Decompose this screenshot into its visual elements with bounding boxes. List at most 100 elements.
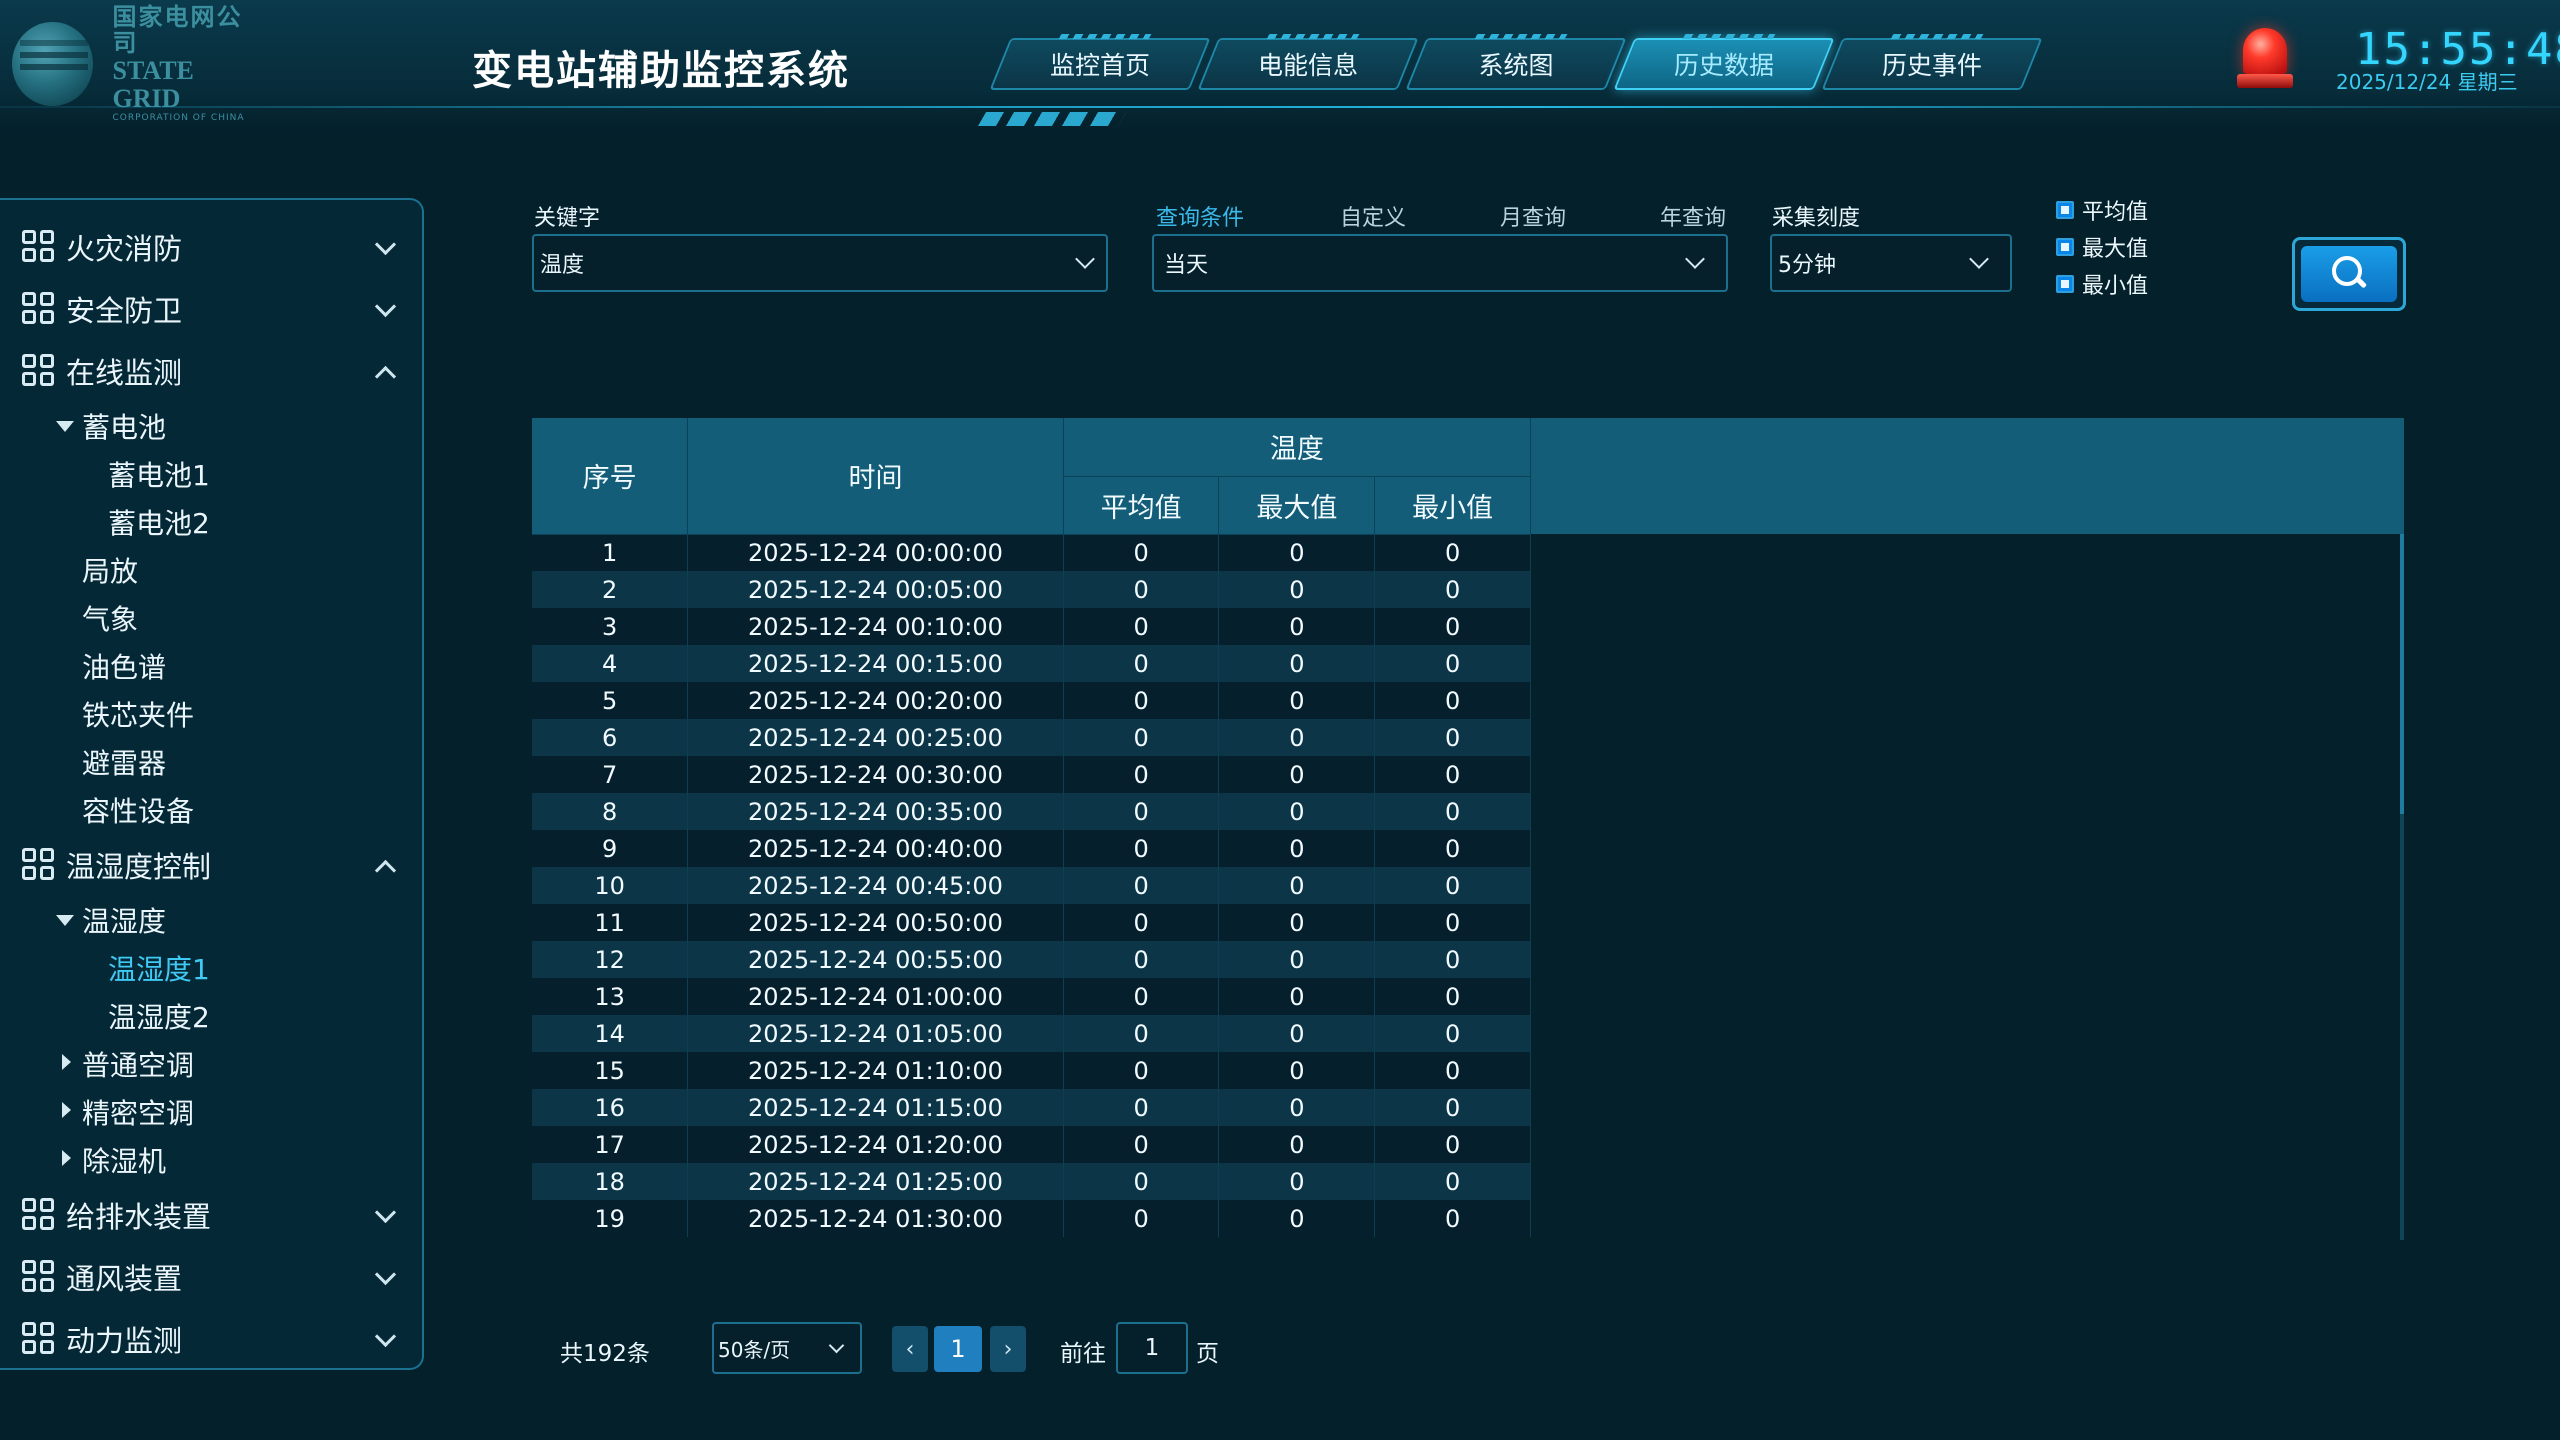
menu-group-security[interactable]: 安全防卫	[0, 278, 422, 340]
goto-page-input[interactable]: 1	[1116, 1322, 1188, 1374]
checkbox-min[interactable]: 最小值	[2056, 268, 2148, 300]
checkbox-max[interactable]: 最大值	[2056, 231, 2148, 263]
interval-select[interactable]: 5分钟	[1770, 234, 2012, 292]
table-row[interactable]: 12 2025-12-24 00:55:00 0 0 0	[532, 941, 1531, 978]
sidebar-item-weather[interactable]: 气象	[0, 594, 422, 642]
interval-label: 采集刻度	[1772, 206, 1861, 231]
sidebar-item-precision-ac[interactable]: 精密空调	[0, 1088, 422, 1136]
table-row[interactable]: 3 2025-12-24 00:10:00 0 0 0	[532, 608, 1531, 645]
table-row[interactable]: 9 2025-12-24 00:40:00 0 0 0	[532, 830, 1531, 867]
caret-right-icon	[56, 1054, 82, 1075]
sidebar-item-temp-hum-1[interactable]: 温湿度1	[0, 944, 422, 992]
query-tab-month[interactable]: 月查询	[1500, 200, 1566, 232]
cell-min: 0	[1374, 608, 1531, 645]
col-header-index: 序号	[532, 418, 689, 535]
prev-page-button[interactable]: ‹	[892, 1326, 928, 1372]
cell-time: 2025-12-24 01:20:00	[687, 1126, 1064, 1163]
sidebar-item-arrester[interactable]: 避雷器	[0, 738, 422, 786]
table-row[interactable]: 4 2025-12-24 00:15:00 0 0 0	[532, 645, 1531, 682]
cell-time: 2025-12-24 00:25:00	[687, 719, 1064, 756]
sidebar-item-core-clamp[interactable]: 铁芯夹件	[0, 690, 422, 738]
query-range-select[interactable]: 当天	[1152, 234, 1728, 292]
table-row[interactable]: 11 2025-12-24 00:50:00 0 0 0	[532, 904, 1531, 941]
menu-group-temp-humidity[interactable]: 温湿度控制	[0, 834, 422, 896]
table-row[interactable]: 19 2025-12-24 01:30:00 0 0 0	[532, 1200, 1531, 1237]
search-icon	[2329, 254, 2369, 294]
table-row[interactable]: 2 2025-12-24 00:05:00 0 0 0	[532, 571, 1531, 608]
query-tab-year[interactable]: 年查询	[1660, 200, 1726, 232]
menu-group-online-monitor[interactable]: 在线监测	[0, 340, 422, 402]
search-button[interactable]	[2292, 237, 2406, 311]
query-tab-condition[interactable]: 查询条件	[1156, 200, 1244, 232]
table-row[interactable]: 5 2025-12-24 00:20:00 0 0 0	[532, 682, 1531, 719]
cell-index: 2	[532, 571, 689, 608]
pagination: 共192条 50条/页 ‹ 1 › 前往 1 页	[532, 1322, 1432, 1374]
sidebar-item-capacitive[interactable]: 容性设备	[0, 786, 422, 834]
cell-max: 0	[1218, 645, 1376, 682]
cell-min: 0	[1374, 793, 1531, 830]
sidebar-item-oil-chromatography[interactable]: 油色谱	[0, 642, 422, 690]
main-nav: 监控首页 电能信息 系统图 历史数据 历史事件	[1000, 34, 2040, 90]
sidebar-item-battery2[interactable]: 蓄电池2	[0, 498, 422, 546]
page-number-button[interactable]: 1	[934, 1326, 982, 1372]
grid-icon	[22, 292, 56, 326]
sidebar-item-air-conditioner[interactable]: 普通空调	[0, 1040, 422, 1088]
cell-time: 2025-12-24 00:40:00	[687, 830, 1064, 867]
cell-avg: 0	[1063, 867, 1220, 904]
nav-tab-history-events[interactable]: 历史事件	[1832, 34, 2032, 90]
cell-time: 2025-12-24 00:10:00	[687, 608, 1064, 645]
sidebar-item-battery[interactable]: 蓄电池	[0, 402, 422, 450]
menu-group-water[interactable]: 给排水装置	[0, 1184, 422, 1246]
nav-tab-monitor-home[interactable]: 监控首页	[1000, 34, 1200, 90]
caret-right-icon	[56, 1150, 82, 1171]
query-tab-custom[interactable]: 自定义	[1340, 200, 1406, 232]
table-row[interactable]: 15 2025-12-24 01:10:00 0 0 0	[532, 1052, 1531, 1089]
sidebar-item-temp-hum[interactable]: 温湿度	[0, 896, 422, 944]
cell-index: 11	[532, 904, 689, 941]
col-header-min: 最小值	[1374, 476, 1531, 535]
page-size-select[interactable]: 50条/页	[712, 1322, 862, 1374]
sidebar-item-partial-discharge[interactable]: 局放	[0, 546, 422, 594]
cell-max: 0	[1218, 756, 1376, 793]
next-page-button[interactable]: ›	[990, 1326, 1026, 1372]
table-row[interactable]: 1 2025-12-24 00:00:00 0 0 0	[532, 534, 1531, 571]
col-header-max: 最大值	[1218, 476, 1376, 535]
table-row[interactable]: 7 2025-12-24 00:30:00 0 0 0	[532, 756, 1531, 793]
table-row[interactable]: 6 2025-12-24 00:25:00 0 0 0	[532, 719, 1531, 756]
cell-max: 0	[1218, 719, 1376, 756]
cell-index: 6	[532, 719, 689, 756]
col-header-avg: 平均值	[1063, 476, 1220, 535]
nav-tab-energy-info[interactable]: 电能信息	[1208, 34, 1408, 90]
menu-group-power-monitor[interactable]: 动力监测	[0, 1308, 422, 1368]
table-row[interactable]: 8 2025-12-24 00:35:00 0 0 0	[532, 793, 1531, 830]
sidebar-item-temp-hum-2[interactable]: 温湿度2	[0, 992, 422, 1040]
sidebar-item-battery1[interactable]: 蓄电池1	[0, 450, 422, 498]
checkbox-average[interactable]: 平均值	[2056, 194, 2148, 226]
checkbox-checked-icon	[2056, 275, 2074, 293]
table-row[interactable]: 16 2025-12-24 01:15:00 0 0 0	[532, 1089, 1531, 1126]
menu-group-ventilation[interactable]: 通风装置	[0, 1246, 422, 1308]
logo-sub-text: CORPORATION OF CHINA	[112, 113, 245, 124]
cell-max: 0	[1218, 867, 1376, 904]
table-row[interactable]: 17 2025-12-24 01:20:00 0 0 0	[532, 1126, 1531, 1163]
table-row[interactable]: 18 2025-12-24 01:25:00 0 0 0	[532, 1163, 1531, 1200]
table-row[interactable]: 13 2025-12-24 01:00:00 0 0 0	[532, 978, 1531, 1015]
menu-group-fire[interactable]: 火灾消防	[0, 216, 422, 278]
cell-time: 2025-12-24 01:00:00	[687, 978, 1064, 1015]
alarm-light-icon[interactable]	[2235, 24, 2295, 88]
cell-avg: 0	[1063, 608, 1220, 645]
chevron-down-icon	[374, 1267, 394, 1287]
sidebar-item-dehumidifier[interactable]: 除湿机	[0, 1136, 422, 1184]
cell-avg: 0	[1063, 941, 1220, 978]
table-scrollbar-thumb[interactable]	[2400, 534, 2404, 814]
nav-tab-system-diagram[interactable]: 系统图	[1416, 34, 1616, 90]
nav-tab-history-data[interactable]: 历史数据	[1624, 34, 1824, 90]
cell-index: 16	[532, 1089, 689, 1126]
cell-min: 0	[1374, 534, 1531, 571]
keyword-select[interactable]: 温度	[532, 234, 1108, 292]
cell-min: 0	[1374, 645, 1531, 682]
table-row[interactable]: 10 2025-12-24 00:45:00 0 0 0	[532, 867, 1531, 904]
cell-index: 17	[532, 1126, 689, 1163]
table-row[interactable]: 14 2025-12-24 01:05:00 0 0 0	[532, 1015, 1531, 1052]
table-body: 1 2025-12-24 00:00:00 0 0 0 2 2025-12-24 00:05…	[532, 534, 1531, 1237]
